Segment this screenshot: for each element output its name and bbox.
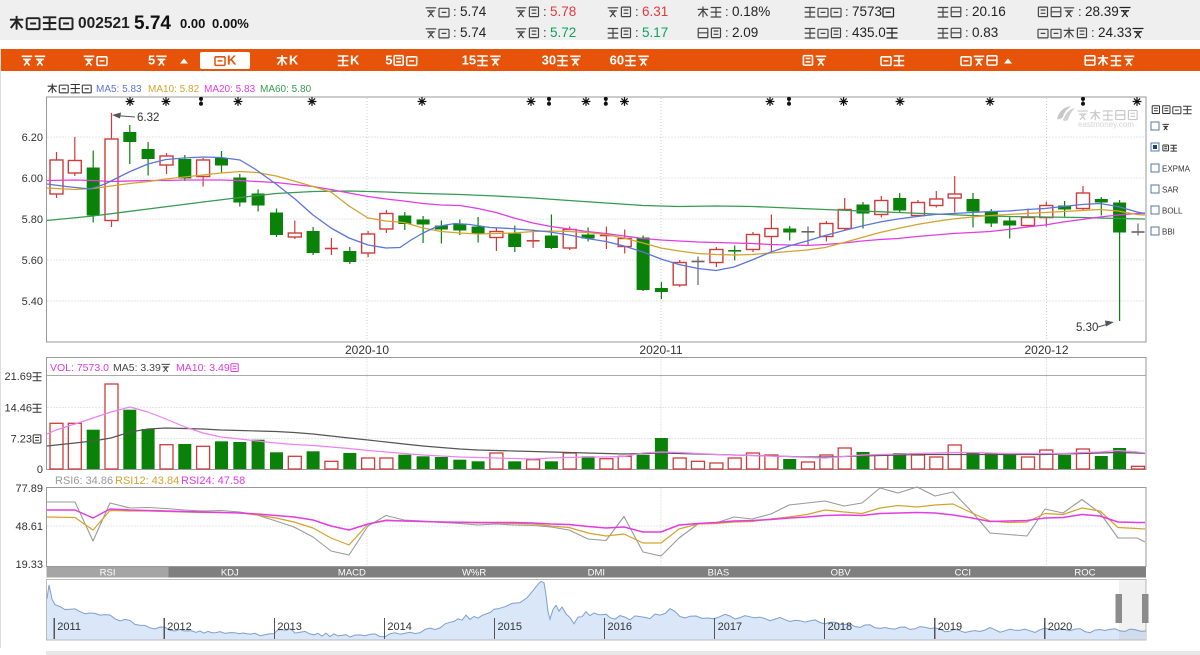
svg-text:5.74: 5.74 xyxy=(460,4,487,19)
svg-text::: : xyxy=(1078,4,1082,19)
svg-text:0.18%: 0.18% xyxy=(732,4,770,19)
svg-text:DMI: DMI xyxy=(588,568,605,579)
svg-text:002521: 002521 xyxy=(78,15,130,32)
svg-text::: : xyxy=(725,4,729,19)
svg-text:5.30: 5.30 xyxy=(1076,322,1098,334)
svg-text:SAR: SAR xyxy=(1162,186,1179,195)
svg-text:2012: 2012 xyxy=(167,621,191,633)
svg-text::: : xyxy=(1091,25,1095,40)
svg-text:BOLL: BOLL xyxy=(1162,207,1183,216)
svg-text:5: 5 xyxy=(148,53,155,68)
svg-text:77.89: 77.89 xyxy=(15,483,43,495)
svg-text:5.72: 5.72 xyxy=(550,25,576,40)
svg-text:MA20: 5.83: MA20: 5.83 xyxy=(204,84,256,95)
svg-text:6.32: 6.32 xyxy=(137,112,159,124)
svg-text:6.00: 6.00 xyxy=(22,173,43,185)
svg-text:RSI6: 34.86: RSI6: 34.86 xyxy=(55,475,113,487)
svg-text:0.83: 0.83 xyxy=(972,25,998,40)
svg-text:5: 5 xyxy=(385,53,392,68)
svg-text::: : xyxy=(845,4,849,19)
svg-text::: : xyxy=(635,4,639,19)
svg-text:20.16: 20.16 xyxy=(972,4,1006,19)
svg-text:6.20: 6.20 xyxy=(22,132,43,144)
svg-text:48.61: 48.61 xyxy=(15,521,43,533)
svg-text:5.78: 5.78 xyxy=(550,4,576,19)
svg-text:EXPMA: EXPMA xyxy=(1162,165,1191,174)
svg-text:5.60: 5.60 xyxy=(22,255,43,267)
svg-text:0.00%: 0.00% xyxy=(212,16,249,31)
svg-text:RSI12: 43.84: RSI12: 43.84 xyxy=(115,475,179,487)
svg-text:BIAS: BIAS xyxy=(708,568,730,579)
svg-text:VOL: 7573.0: VOL: 7573.0 xyxy=(50,362,109,374)
svg-text::: : xyxy=(845,25,849,40)
svg-text:KDJ: KDJ xyxy=(221,568,239,579)
svg-text:2017: 2017 xyxy=(718,621,742,633)
svg-text:MA10: 5.82: MA10: 5.82 xyxy=(148,84,200,95)
svg-text:2011: 2011 xyxy=(57,621,81,633)
svg-text:OBV: OBV xyxy=(831,568,852,579)
svg-text:24.33: 24.33 xyxy=(1098,25,1132,40)
svg-text:5.74: 5.74 xyxy=(460,25,487,40)
svg-text:W%R: W%R xyxy=(462,568,486,579)
svg-text:19.33: 19.33 xyxy=(15,559,43,571)
svg-text:2019: 2019 xyxy=(938,621,962,633)
svg-text:BBI: BBI xyxy=(1162,228,1175,237)
svg-text:7573: 7573 xyxy=(852,4,882,19)
svg-text::: : xyxy=(635,25,639,40)
svg-text:K: K xyxy=(227,53,237,68)
svg-text:5.40: 5.40 xyxy=(22,296,43,308)
svg-text:2020-10: 2020-10 xyxy=(345,343,389,357)
svg-text:2018: 2018 xyxy=(828,621,852,633)
svg-text:MA5: 5.83: MA5: 5.83 xyxy=(96,84,142,95)
svg-text:21.69: 21.69 xyxy=(5,371,33,383)
svg-text:RSI: RSI xyxy=(100,568,116,579)
svg-text:5.17: 5.17 xyxy=(642,25,668,40)
svg-text:435.0: 435.0 xyxy=(852,25,886,40)
svg-text:MA10: 3.49: MA10: 3.49 xyxy=(176,362,230,374)
svg-text:2016: 2016 xyxy=(608,621,632,633)
svg-text:eastmoney.com: eastmoney.com xyxy=(1078,120,1134,129)
svg-text:2014: 2014 xyxy=(387,621,411,633)
svg-text:MA60: 5.80: MA60: 5.80 xyxy=(260,84,312,95)
svg-text:K: K xyxy=(350,53,360,68)
svg-text:K: K xyxy=(289,53,299,68)
svg-text::: : xyxy=(453,25,457,40)
svg-text:0: 0 xyxy=(37,464,43,476)
svg-text:30: 30 xyxy=(542,53,556,68)
svg-text:7.23: 7.23 xyxy=(11,434,32,446)
svg-text:MA5: 3.39: MA5: 3.39 xyxy=(113,362,161,374)
svg-text:RSI24: 47.58: RSI24: 47.58 xyxy=(181,475,245,487)
svg-text::: : xyxy=(543,4,547,19)
svg-text:2020-12: 2020-12 xyxy=(1024,343,1068,357)
svg-text:CCI: CCI xyxy=(955,568,971,579)
svg-text:2020: 2020 xyxy=(1048,621,1072,633)
svg-text:ROC: ROC xyxy=(1074,568,1095,579)
svg-text:2.09: 2.09 xyxy=(732,25,758,40)
svg-text::: : xyxy=(725,25,729,40)
svg-text::: : xyxy=(965,25,969,40)
svg-text:60: 60 xyxy=(610,53,624,68)
svg-text:28.39: 28.39 xyxy=(1085,4,1119,19)
svg-text:2020-11: 2020-11 xyxy=(639,343,682,357)
svg-text:2015: 2015 xyxy=(498,621,522,633)
svg-text::: : xyxy=(453,4,457,19)
svg-text::: : xyxy=(543,25,547,40)
svg-text:2013: 2013 xyxy=(277,621,301,633)
svg-text:5.74: 5.74 xyxy=(134,13,171,34)
svg-text:0.00: 0.00 xyxy=(180,16,205,31)
svg-text:5.80: 5.80 xyxy=(22,214,43,226)
svg-text:MACD: MACD xyxy=(338,568,366,579)
svg-text::: : xyxy=(965,4,969,19)
svg-text:15: 15 xyxy=(462,53,476,68)
svg-text:14.46: 14.46 xyxy=(5,403,33,415)
svg-text:6.31: 6.31 xyxy=(642,4,668,19)
